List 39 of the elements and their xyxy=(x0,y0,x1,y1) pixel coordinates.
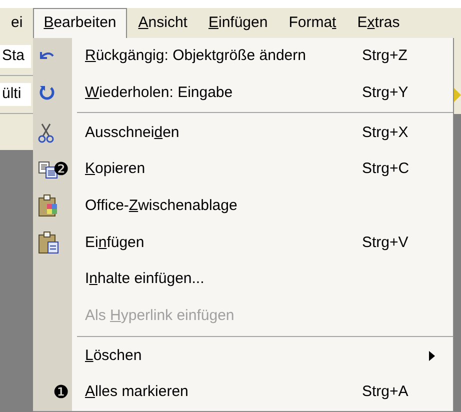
shortcut-text: Strg+Z xyxy=(362,46,408,66)
redo-arrow-icon xyxy=(38,84,56,102)
menu-item-label: Als Hyperlink einfügen xyxy=(85,306,236,326)
paste-icon xyxy=(38,230,60,255)
shortcut-text: Strg+C xyxy=(362,159,410,180)
menu-bar-item[interactable]: Ansicht xyxy=(127,8,198,38)
menu-item[interactable]: Einfügen Strg+V xyxy=(72,224,453,262)
menu-item-label: Kopieren xyxy=(85,159,146,180)
menu-item-label: Inhalte einfügen... xyxy=(85,269,206,290)
menu-item-label: Einfügen xyxy=(85,232,146,253)
callout-number: ❶ xyxy=(53,384,70,402)
menu-item[interactable]: Wiederholen: Eingabe Strg+Y xyxy=(72,74,453,112)
background-text: Sta xyxy=(0,45,31,68)
menu-item-label: Office-Zwischenablage xyxy=(85,196,238,216)
menu-item[interactable]: Office-Zwischenablage xyxy=(72,188,453,224)
menu-item[interactable]: Rückgängig: Objektgröße ändern Strg+Z xyxy=(72,38,453,75)
menu-item[interactable]: Löschen xyxy=(72,338,453,374)
menu-item[interactable]: Kopieren Strg+C xyxy=(72,151,453,188)
menu-item-label: Löschen xyxy=(85,346,143,366)
background-text: ülti xyxy=(0,83,31,106)
menu-item-label: Wiederholen: Eingabe xyxy=(85,82,234,103)
scissors-icon xyxy=(38,123,54,144)
menu-item-label: Alles markieren xyxy=(85,382,190,402)
shortcut-text: Strg+V xyxy=(362,232,408,253)
shortcut-text: Strg+A xyxy=(362,382,408,402)
menu-bar-item[interactable]: ei xyxy=(0,8,33,38)
menu-bar-item[interactable]: Extras xyxy=(346,8,410,38)
menu-bar-item[interactable]: Bearbeiten xyxy=(32,8,128,38)
menu-bar-item[interactable]: Einfügen xyxy=(197,8,278,38)
menu-item-label: Ausschneiden xyxy=(85,122,180,143)
menu-item[interactable]: Ausschneiden Strg+X xyxy=(72,114,453,152)
clipboard-icon xyxy=(38,194,60,218)
menu-item[interactable]: Inhalte einfügen... xyxy=(72,261,453,298)
menu-item[interactable]: Alles markieren Strg+A xyxy=(72,374,453,411)
shortcut-text: Strg+Y xyxy=(362,82,408,103)
menu-item-label: Rückgängig: Objektgröße ändern xyxy=(85,46,307,66)
shortcut-text: Strg+X xyxy=(362,122,408,143)
menu-bar-item[interactable]: Format xyxy=(278,8,346,38)
triangle-icon xyxy=(454,88,461,102)
